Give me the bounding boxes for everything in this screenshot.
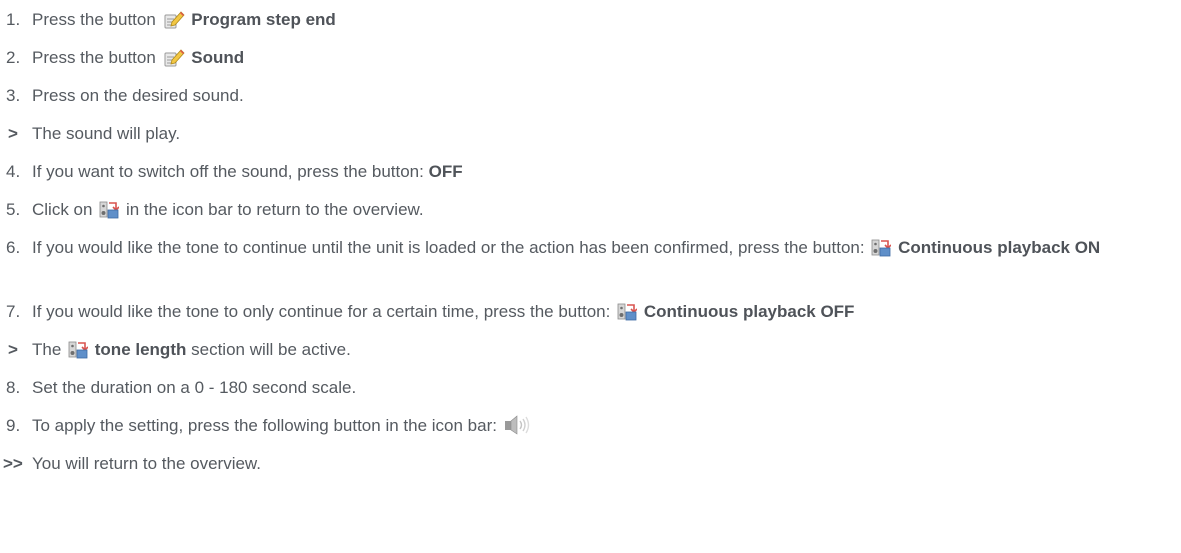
final-result-marker: >> [3,454,23,473]
step-text-bold: Program step end [191,10,336,29]
step-text: Click on in the icon bar to return to th… [32,197,424,223]
step-text-pre: Click on [32,200,93,219]
step-text-post: in the icon bar to return to the overvie… [125,200,424,219]
step-number: 4. [6,162,21,181]
step-text: You will return to the overview. [32,454,261,473]
step-number: 8. [6,378,21,397]
sound-settings-icon [68,339,89,359]
sound-settings-icon [871,237,892,257]
edit-note-icon [163,47,185,67]
step-text-bold: Continuous playback OFF [643,302,855,321]
step-text-bold: tone length [94,340,187,359]
step-text-pre: To apply the setting, press the followin… [32,416,497,435]
sound-settings-icon [617,301,638,321]
step-text-pre: Press the button [32,10,156,29]
step-text: Set the duration on a 0 - 180 second sca… [32,378,357,397]
step-number: 3. [6,86,21,105]
edit-note-icon [163,9,185,29]
step-text: If you want to switch off the sound, pre… [32,159,463,185]
step-text: Press the button Sound [32,45,244,71]
sound-settings-icon [99,199,120,219]
step-number: 5. [6,200,21,219]
step-number: 9. [6,416,21,435]
step-text: Press the button Program step end [32,7,336,33]
step-number: 1. [6,10,21,29]
step-text-pre: If you want to switch off the sound, pre… [32,162,424,181]
result-marker: > [8,124,18,143]
step-text-post: section will be active. [191,340,351,359]
step-text-bold: OFF [428,162,463,181]
step-text: If you would like the tone to continue u… [32,235,1142,261]
step-text: To apply the setting, press the followin… [32,413,534,439]
step-text: The tone length section will be active. [32,337,351,363]
step-text-pre: The [32,340,62,359]
result-marker: > [8,340,18,359]
step-text-pre: Press the button [32,48,156,67]
step-text-bold: Continuous playback ON [898,238,1101,257]
step-text-pre: If you would like the tone to only conti… [32,302,611,321]
step-text: The sound will play. [32,124,181,143]
step-text-bold: Sound [191,48,245,67]
step-number: 7. [6,302,21,321]
step-text-pre: If you would like the tone to continue u… [32,238,865,257]
step-text: Press on the desired sound. [32,86,244,105]
step-number: 2. [6,48,21,67]
step-text: If you would like the tone to only conti… [32,299,854,325]
step-number: 6. [6,238,21,257]
speaker-volume-icon [504,415,532,435]
